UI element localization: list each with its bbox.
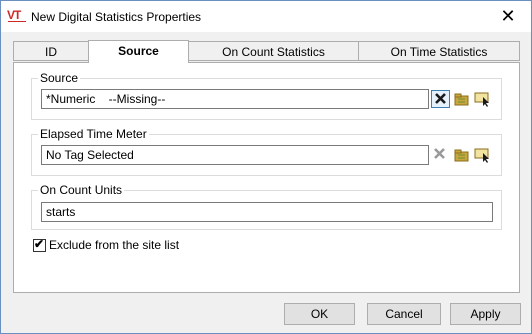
- clear-icon: [434, 148, 445, 159]
- close-icon: ✕: [500, 6, 516, 26]
- tab-id[interactable]: ID: [13, 41, 89, 61]
- apply-button[interactable]: Apply: [450, 303, 521, 325]
- tab-on-count-statistics[interactable]: On Count Statistics: [188, 41, 359, 61]
- source-group-label: Source: [38, 71, 81, 85]
- source-tag-field[interactable]: *Numeric --Missing--: [41, 89, 429, 109]
- ok-button[interactable]: OK: [284, 303, 355, 325]
- cancel-button[interactable]: Cancel: [367, 303, 441, 325]
- tab-strip: ID Source On Count Statistics On Time St…: [13, 40, 529, 63]
- tab-source[interactable]: Source: [88, 40, 189, 63]
- dialog-window: VT New Digital Statistics Properties ✕ I…: [0, 0, 532, 334]
- source-select-button[interactable]: [473, 90, 492, 108]
- on-count-units-field[interactable]: starts: [41, 202, 493, 222]
- elapsed-browse-button[interactable]: [452, 146, 471, 164]
- app-logo-icon: VT: [7, 8, 29, 22]
- clear-icon: [435, 93, 446, 104]
- exclude-site-list-label[interactable]: Exclude from the site list: [49, 238, 179, 252]
- tag-select-icon: [474, 92, 489, 107]
- close-button[interactable]: ✕: [485, 1, 531, 32]
- tab-on-time-statistics[interactable]: On Time Statistics: [358, 41, 520, 61]
- tag-browse-icon: [454, 93, 469, 106]
- elapsed-time-group-label: Elapsed Time Meter: [38, 127, 149, 141]
- title-bar[interactable]: VT New Digital Statistics Properties ✕: [1, 1, 531, 32]
- tag-select-icon: [474, 148, 489, 163]
- source-browse-button[interactable]: [452, 90, 471, 108]
- elapsed-select-button[interactable]: [473, 146, 492, 164]
- window-title: New Digital Statistics Properties: [31, 10, 202, 24]
- on-count-units-label: On Count Units: [38, 183, 125, 197]
- exclude-site-list-checkbox[interactable]: ✔: [33, 237, 46, 252]
- elapsed-clear-button[interactable]: [431, 146, 450, 164]
- tag-browse-icon: [454, 149, 469, 162]
- checkmark-icon: ✔: [34, 237, 45, 251]
- elapsed-time-tag-field[interactable]: No Tag Selected: [41, 145, 429, 165]
- source-clear-button[interactable]: [431, 90, 450, 108]
